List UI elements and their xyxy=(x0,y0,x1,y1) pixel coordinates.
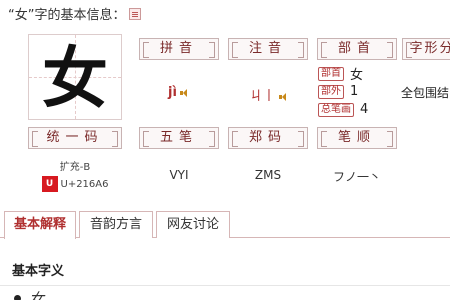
big-character: 女 xyxy=(42,39,108,117)
unicode-info: 扩充-B U U+216A6 xyxy=(28,158,122,192)
structure-value: 全包围结 xyxy=(401,86,450,100)
total-strokes-value: 4 xyxy=(360,102,369,117)
section-divider xyxy=(0,285,450,286)
label-structure: 字形分 xyxy=(402,38,450,60)
zhuyin-text: ㄐ丨 xyxy=(249,89,276,104)
zhuyin-value: ㄐ丨 xyxy=(238,85,300,104)
tag-outside: 部外 xyxy=(318,84,344,99)
list-item: 女 xyxy=(14,288,44,300)
speaker-icon[interactable] xyxy=(179,88,190,98)
speaker-icon[interactable] xyxy=(278,92,289,102)
radical-value[interactable]: 女 xyxy=(350,64,363,83)
outside-strokes-value: 1 xyxy=(350,84,359,99)
label-wubi: 五笔 xyxy=(139,127,219,149)
tab-phonology[interactable]: 音韵方言 xyxy=(79,211,153,238)
character-grid: 女 xyxy=(28,34,122,120)
section-title: 基本字义 xyxy=(12,264,65,279)
bullet-icon xyxy=(14,295,21,300)
pinyin-text: jì xyxy=(168,85,177,100)
bushou-row-outside: 部外 1 xyxy=(318,84,358,99)
tabs-bar: 基本解释 音韵方言 网友讨论 xyxy=(0,211,450,239)
bushou-row-total: 总笔画 4 xyxy=(318,102,368,117)
unicode-code: U+216A6 xyxy=(60,178,109,190)
info-title: “女”字的基本信息： xyxy=(8,4,142,23)
label-zhuyin: 注音 xyxy=(228,38,308,60)
tag-total-strokes: 总笔画 xyxy=(318,102,354,117)
unicode-block: 扩充-B xyxy=(59,162,91,173)
unicode-logo: U xyxy=(41,176,58,192)
document-icon[interactable] xyxy=(129,7,142,20)
wubi-value: VYI xyxy=(169,168,189,182)
info-title-text: “女”字的基本信息： xyxy=(8,8,126,23)
pinyin-value: jì xyxy=(150,85,208,100)
zhengma-value: ZMS xyxy=(254,168,282,182)
label-bishun: 笔顺 xyxy=(317,127,397,149)
list-item-text: 女 xyxy=(29,290,45,300)
label-bushou: 部首 xyxy=(317,38,397,60)
tag-radical: 部首 xyxy=(318,66,344,81)
tab-basic-explanation[interactable]: 基本解释 xyxy=(4,211,76,239)
tab-discussion[interactable]: 网友讨论 xyxy=(156,211,230,238)
bushou-row-radical: 部首 女 xyxy=(318,64,363,83)
bishun-value: フノ一丶 xyxy=(332,170,381,184)
label-zhengma: 郑码 xyxy=(228,127,308,149)
label-unicode: 统一码 xyxy=(28,127,122,149)
label-pinyin: 拼音 xyxy=(139,38,219,60)
